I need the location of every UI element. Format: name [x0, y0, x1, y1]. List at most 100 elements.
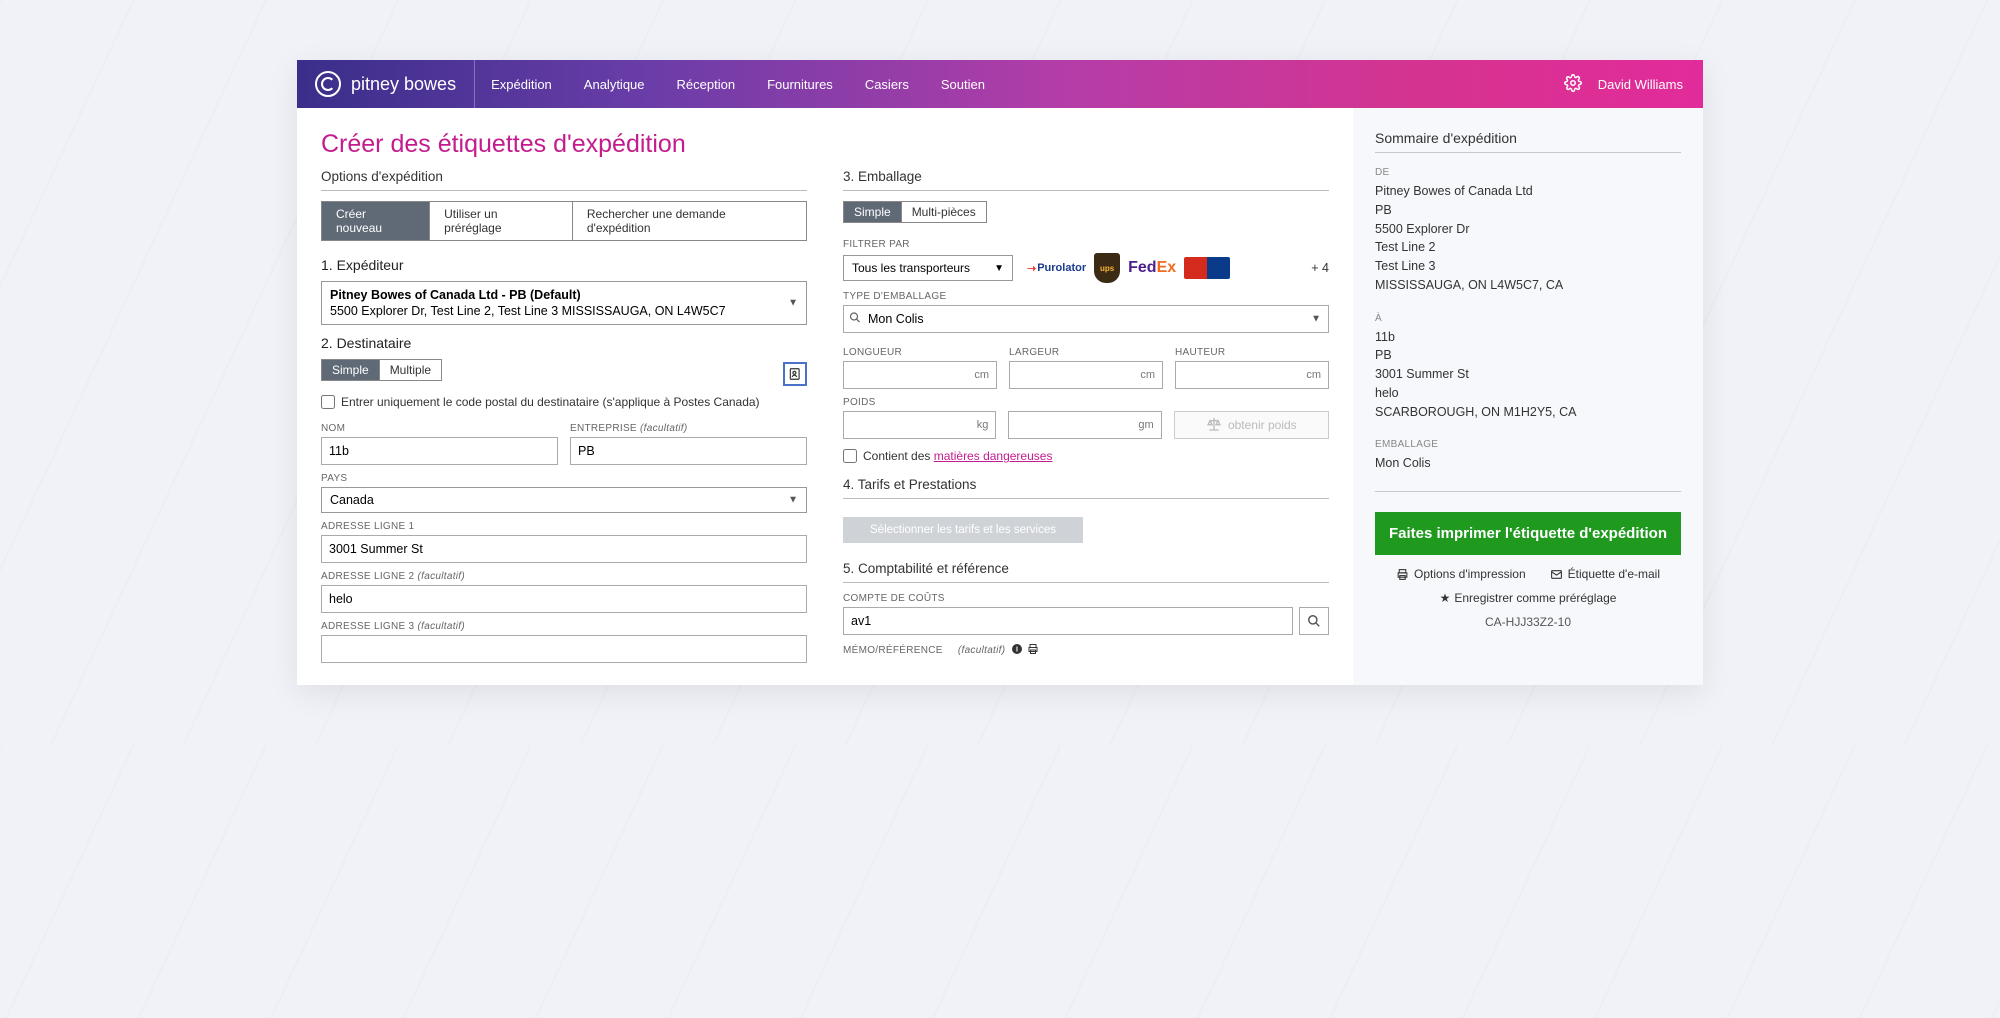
cost-account-input[interactable]	[843, 607, 1293, 635]
address-book-icon[interactable]	[783, 362, 807, 386]
pkg-label: EMBALLAGE	[1375, 439, 1681, 450]
recipient-tab-simple[interactable]: Simple	[322, 360, 380, 380]
packaging-tab-multi[interactable]: Multi-pièces	[902, 202, 986, 222]
packaging-tab-simple[interactable]: Simple	[844, 202, 902, 222]
recipient-mode-tabs: Simple Multiple	[321, 359, 442, 381]
cost-account-search-button[interactable]	[1299, 607, 1329, 635]
postal-only-checkbox[interactable]	[321, 395, 335, 409]
sender-step-title: 1. Expéditeur	[321, 257, 807, 273]
packaging-mode-tabs: Simple Multi-pièces	[843, 201, 987, 223]
print-icon	[1396, 568, 1409, 581]
purolator-logo: Purolator	[1027, 257, 1086, 279]
postal-only-label: Entrer uniquement le code postal du dest…	[341, 395, 760, 409]
addr1-input[interactable]	[321, 535, 807, 563]
nav-reception[interactable]: Réception	[661, 60, 752, 108]
star-icon: ★	[1440, 591, 1451, 605]
tab-use-preset[interactable]: Utiliser un préréglage	[430, 202, 573, 240]
recipient-tab-multiple[interactable]: Multiple	[380, 360, 441, 380]
summary-title: Sommaire d'expédition	[1375, 130, 1681, 153]
chevron-down-icon: ▼	[994, 263, 1004, 274]
addr2-label: ADRESSE LIGNE 2 (facultatif)	[321, 571, 807, 582]
more-carriers-link[interactable]: + 4	[1311, 261, 1329, 275]
save-preset-link[interactable]: ★Enregistrer comme préréglage	[1375, 591, 1681, 605]
to-label: À	[1375, 313, 1681, 324]
tab-create-new[interactable]: Créer nouveau	[322, 202, 430, 240]
get-weight-button[interactable]: obtenir poids	[1174, 411, 1329, 439]
pkg-type-input[interactable]	[843, 305, 1329, 333]
postal-only-checkbox-row[interactable]: Entrer uniquement le code postal du dest…	[321, 395, 807, 409]
user-name[interactable]: David Williams	[1598, 77, 1683, 92]
nav-casiers[interactable]: Casiers	[849, 60, 925, 108]
pkg-value: Mon Colis	[1375, 454, 1431, 473]
weight-label: POIDS	[843, 397, 1329, 408]
weight-kg-input[interactable]	[843, 411, 996, 439]
recipient-step-title: 2. Destinataire	[321, 335, 807, 351]
app-window: pitney bowes Expédition Analytique Récep…	[297, 60, 1703, 685]
tab-search-request[interactable]: Rechercher une demande d'expédition	[573, 202, 806, 240]
nom-input[interactable]	[321, 437, 558, 465]
rates-step-title: 4. Tarifs et Prestations	[843, 477, 1329, 499]
longueur-label: LONGUEUR	[843, 347, 997, 358]
hazmat-checkbox-row[interactable]: Contient des matières dangereuses	[843, 449, 1329, 463]
mode-tabs: Créer nouveau Utiliser un préréglage Rec…	[321, 201, 807, 241]
email-icon	[1550, 568, 1563, 581]
filter-label: FILTRER PAR	[843, 239, 1329, 250]
print-label-button[interactable]: Faites imprimer l'étiquette d'expédition	[1375, 512, 1681, 555]
sender-line1: Pitney Bowes of Canada Ltd - PB (Default…	[330, 288, 782, 302]
nom-label: NOM	[321, 423, 558, 434]
pkg-type-label: TYPE D'EMBALLAGE	[843, 291, 1329, 302]
from-label: DE	[1375, 167, 1681, 178]
info-icon[interactable]: i	[1011, 643, 1023, 658]
scale-icon	[1206, 416, 1222, 435]
main-nav: Expédition Analytique Réception Fournitu…	[475, 60, 1001, 108]
print-options-link[interactable]: Options d'impression	[1396, 567, 1526, 581]
hazmat-link[interactable]: matières dangereuses	[934, 449, 1053, 463]
page-title: Créer des étiquettes d'expédition	[321, 130, 1329, 159]
gear-icon[interactable]	[1564, 74, 1582, 95]
cost-account-label: COMPTE DE COÛTS	[843, 593, 1329, 604]
topbar: pitney bowes Expédition Analytique Récep…	[297, 60, 1703, 108]
pays-select[interactable]: Canada ▼	[321, 487, 807, 513]
addr1-label: ADRESSE LIGNE 1	[321, 521, 807, 532]
print-icon[interactable]	[1027, 643, 1039, 658]
hazmat-checkbox[interactable]	[843, 449, 857, 463]
memo-label: MÉMO/RÉFÉRENCE (facultatif) i	[843, 643, 1329, 658]
entreprise-label: ENTREPRISE (facultatif)	[570, 423, 807, 434]
sender-select[interactable]: Pitney Bowes of Canada Ltd - PB (Default…	[321, 281, 807, 325]
addr3-input[interactable]	[321, 635, 807, 663]
nav-expedition[interactable]: Expédition	[475, 60, 568, 108]
fedex-logo: FedEx	[1128, 257, 1176, 279]
canadapost-logo	[1184, 257, 1230, 279]
entreprise-input[interactable]	[570, 437, 807, 465]
nav-analytique[interactable]: Analytique	[568, 60, 661, 108]
nav-fournitures[interactable]: Fournitures	[751, 60, 849, 108]
sender-line2: 5500 Explorer Dr, Test Line 2, Test Line…	[330, 304, 782, 318]
nav-soutien[interactable]: Soutien	[925, 60, 1001, 108]
largeur-label: LARGEUR	[1009, 347, 1163, 358]
email-label-link[interactable]: Étiquette d'e-mail	[1550, 567, 1660, 581]
rates-select-button[interactable]: Sélectionner les tarifs et les services	[843, 517, 1083, 543]
packaging-step-title: 3. Emballage	[843, 169, 1329, 191]
search-icon	[849, 312, 861, 327]
ups-logo: ups	[1094, 253, 1120, 283]
pkg-type-select[interactable]: ▼	[843, 305, 1329, 333]
accounting-step-title: 5. Comptabilité et référence	[843, 561, 1329, 583]
summary-panel: Sommaire d'expédition DE Pitney Bowes of…	[1353, 108, 1703, 685]
tracking-number: CA-HJJ33Z2-10	[1375, 615, 1681, 629]
carrier-filter-select[interactable]: Tous les transporteurs ▼	[843, 255, 1013, 281]
addr2-input[interactable]	[321, 585, 807, 613]
chevron-down-icon: ▼	[1311, 314, 1321, 325]
logo-icon	[315, 71, 341, 97]
main-panel: Créer des étiquettes d'expédition Option…	[297, 108, 1353, 685]
chevron-down-icon: ▼	[788, 298, 798, 309]
to-address: 11b PB 3001 Summer St helo SCARBOROUGH, …	[1375, 328, 1681, 422]
pays-label: PAYS	[321, 473, 807, 484]
brand-name: pitney bowes	[351, 74, 456, 95]
brand-section: pitney bowes	[297, 60, 475, 108]
svg-text:i: i	[1016, 647, 1018, 654]
hauteur-label: HAUTEUR	[1175, 347, 1329, 358]
options-label: Options d'expédition	[321, 169, 807, 191]
carrier-logos: Purolator ups FedEx	[1027, 253, 1230, 283]
addr3-label: ADRESSE LIGNE 3 (facultatif)	[321, 621, 807, 632]
from-address: Pitney Bowes of Canada Ltd PB 5500 Explo…	[1375, 182, 1681, 295]
